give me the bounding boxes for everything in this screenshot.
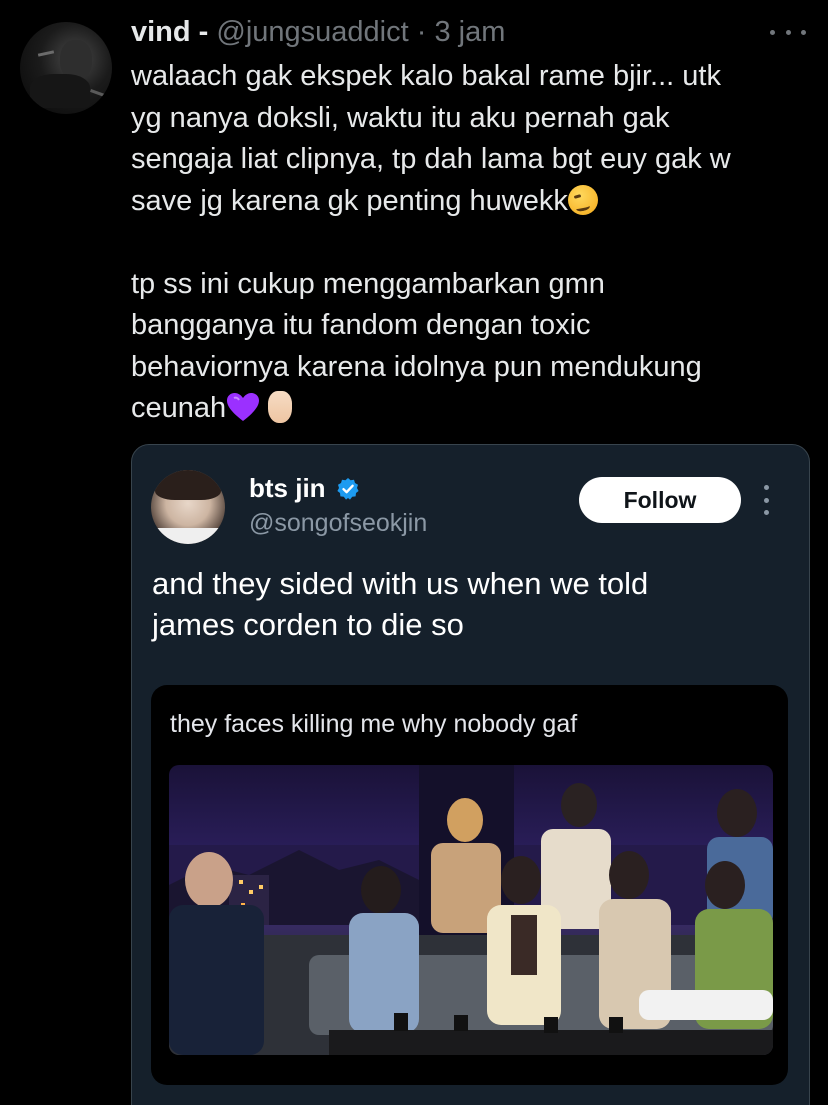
crossed-fingers-hand-icon [268,391,293,423]
quoted-author-handle[interactable]: @songofseokjin [249,509,427,538]
quoted-tweet-text: and they sided with us when we told jame… [152,563,772,645]
talk-show-scene [169,765,773,1055]
tweet-text-line: behaviornya karena idolnya pun mendukung [131,350,702,383]
purple-heart-emoji-icon [227,393,260,421]
follow-button[interactable]: Follow [579,477,741,523]
woozy-face-emoji-icon [567,184,598,215]
tweet-text-segment: ceunah [131,392,227,424]
tweet-text-line: ceunah [131,388,811,430]
tweet-text-segment: save jg karena gk penting huwekk [131,184,568,217]
quoted-author-avatar[interactable] [151,470,225,544]
tweet-text-line: walaach gak ekspek kalo bakal rame bjir.… [131,60,721,92]
author-avatar[interactable] [20,22,112,114]
tweet-text-line: bangganya itu fandom dengan toxic [131,309,591,341]
separator-dot: · [416,16,427,48]
talk-show-photo [169,765,773,1055]
author-name[interactable]: vind - [131,16,208,48]
tweet-body: walaach gak ekspek kalo bakal rame bjir.… [131,56,811,430]
tweet-time[interactable]: 3 jam [434,16,505,48]
more-vertical-icon[interactable] [762,485,770,515]
tweet-text-line: yg nanya doksli, waktu itu aku pernah ga… [131,101,670,134]
tweet-header: vind - @jungsuaddict · 3 jam [131,14,505,50]
tweet-text-line: tp ss ini cukup menggambarkan gmn [131,267,605,300]
tweet[interactable]: vind - @jungsuaddict · 3 jam walaach gak… [0,0,828,1105]
author-handle[interactable]: @jungsuaddict [216,16,408,48]
meme-image[interactable]: they faces killing me why nobody gaf [151,685,788,1085]
quoted-author-name[interactable]: bts jin [249,473,326,504]
tweet-text-line: save jg karena gk penting huwekk [131,181,811,223]
more-horizontal-icon[interactable] [770,20,806,44]
quoted-author-name-row: bts jin [249,473,360,504]
meme-caption: they faces killing me why nobody gaf [170,710,578,738]
quoted-tweet[interactable]: bts jin @songofseokjin Follow and they s… [131,444,810,1105]
verified-badge-icon [336,477,359,500]
quoted-text-line: james corden to die so [152,607,464,642]
quoted-text-line: and they sided with us when we told [152,566,649,601]
tweet-text-line: sengaja liat clipnya, tp dah lama bgt eu… [131,143,731,175]
